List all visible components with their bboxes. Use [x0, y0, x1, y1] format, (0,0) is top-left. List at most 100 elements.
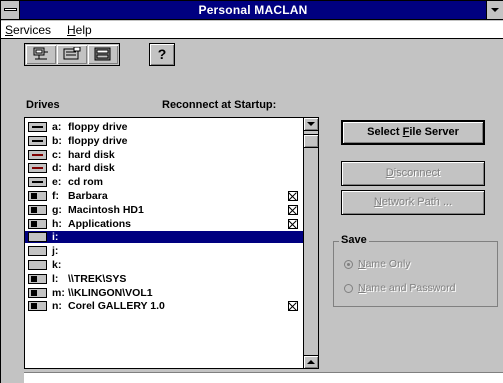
drive-name: hard disk [68, 148, 115, 161]
system-menu-button[interactable] [1, 1, 20, 19]
drive-letter: e: [52, 176, 62, 189]
menu-help[interactable]: Help [67, 23, 92, 37]
radio-indicator [344, 260, 353, 269]
drive-slot [32, 153, 43, 156]
drive-row[interactable]: j: [25, 245, 303, 257]
drive-letter: k: [52, 259, 62, 271]
drive-name: hard disk [68, 162, 115, 175]
network-path-button[interactable]: Network Path ... [341, 190, 485, 215]
drive-row[interactable]: e: cd rom [25, 176, 303, 188]
disconnect-hotkey: D [385, 167, 394, 179]
connect-drive-button[interactable] [26, 45, 56, 64]
drive-slot [31, 303, 37, 310]
menu-help-hotkey: H [67, 23, 76, 37]
server-list-icon [94, 47, 111, 61]
reconnect-checkbox[interactable] [288, 218, 298, 229]
network-drive-icon [28, 218, 47, 229]
hard-disk-icon [28, 163, 47, 174]
drive-slot [32, 167, 43, 170]
drive-letter: c: [52, 148, 62, 161]
drive-letter: j: [52, 245, 59, 258]
drive-letter: m: [52, 286, 65, 299]
drive-row[interactable]: k: [25, 259, 303, 271]
drive-letter: g: [52, 203, 62, 216]
scroll-up-button[interactable] [304, 118, 318, 131]
menu-bar: Services Help [1, 21, 503, 39]
drives-label-text: Drives [26, 99, 60, 111]
menu-help-label: elp [75, 23, 92, 37]
drive-row[interactable]: m: \\KLINGON\VOL1 [25, 287, 303, 299]
drive-letter: l: [52, 272, 59, 285]
toolbar-group [24, 43, 120, 66]
name-only-text: ame Only [365, 258, 411, 270]
empty-drive-icon [28, 246, 47, 257]
reconnect-checkbox[interactable] [288, 204, 298, 215]
select-file-server-pre: Select [367, 126, 403, 138]
scroll-up-arrow-icon [307, 360, 315, 364]
drive-row[interactable]: n: Corel GALLERY 1.0 [25, 300, 303, 312]
drive-row[interactable]: l: \\TREK\SYS [25, 273, 303, 285]
drive-name: Barbara [68, 190, 108, 202]
scroll-down-button[interactable] [304, 355, 318, 368]
name-only-label: Name Only [358, 258, 411, 270]
network-path-hotkey: N [373, 196, 382, 208]
drive-letter: b: [52, 134, 62, 147]
hard-disk-icon [28, 149, 47, 160]
drive-name: \\KLINGON\VOL1 [68, 286, 153, 299]
drive-slot [31, 193, 37, 199]
network-drive-icon [28, 273, 47, 284]
empty-drive-icon [28, 232, 47, 243]
menu-services[interactable]: Services [5, 23, 51, 37]
drive-name: Corel GALLERY 1.0 [68, 300, 165, 313]
drive-name: Applications [68, 217, 132, 230]
name-and-password-radio[interactable]: Name and Password [344, 282, 494, 296]
drive-letter: h: [52, 217, 62, 230]
system-menu-icon [4, 8, 17, 11]
name-and-password-text: ame and Password [365, 282, 456, 294]
name-and-password-label: Name and Password [358, 282, 455, 294]
drive-name: floppy drive [68, 134, 128, 147]
drive-slot [32, 126, 43, 128]
name-and-password-hotkey: N [358, 282, 366, 294]
drives-listbox[interactable]: a: floppy drive b: floppy drive c: hard disk d… [24, 117, 319, 369]
drive-row[interactable]: i: [25, 231, 303, 244]
name-only-radio[interactable]: Name Only [344, 258, 494, 272]
main-window: Personal MACLAN Services Help ? Drives R… [0, 0, 503, 383]
help-button[interactable]: ? [149, 43, 175, 66]
drive-slot [31, 275, 37, 282]
title-bar[interactable]: Personal MACLAN [1, 1, 503, 20]
server-list-button[interactable] [88, 45, 118, 64]
save-group-title: Save [339, 234, 369, 246]
drive-letter: f: [52, 190, 59, 202]
network-path-label: etwork Path ... [381, 196, 453, 208]
drive-row[interactable]: g: Macintosh HD1 [25, 204, 303, 216]
drive-row[interactable]: h: Applications [25, 218, 303, 230]
reconnect-checkbox[interactable] [288, 191, 298, 201]
drive-letter: i: [52, 231, 59, 244]
drive-row[interactable]: a: floppy drive [25, 121, 303, 133]
drive-slot [32, 181, 43, 184]
drive-row[interactable]: b: floppy drive [25, 135, 303, 147]
network-drive-icon [28, 301, 47, 312]
cd-rom-icon [28, 177, 47, 188]
drive-name: floppy drive [68, 121, 128, 133]
menu-services-hotkey: S [5, 23, 14, 37]
drive-letter: a: [52, 121, 62, 133]
network-drive-icon [28, 287, 47, 298]
drives-scrollbar[interactable] [303, 118, 318, 368]
name-only-hotkey: N [358, 258, 366, 270]
drive-slot [32, 139, 43, 142]
drive-row[interactable]: f: Barbara [25, 190, 303, 202]
minimize-button[interactable] [486, 1, 503, 19]
empty-drive-icon [28, 260, 47, 270]
drive-row[interactable]: d: hard disk [25, 162, 303, 174]
drive-name: cd rom [68, 176, 104, 189]
drive-row[interactable]: c: hard disk [25, 149, 303, 161]
scroll-thumb[interactable] [304, 134, 318, 148]
disconnect-drive-button[interactable] [57, 45, 87, 64]
disconnect-button[interactable]: Disconnect [341, 161, 485, 186]
scroll-down-arrow-icon [307, 122, 315, 126]
drives-label: Drives [26, 99, 60, 111]
select-file-server-button[interactable]: Select File Server [341, 120, 485, 145]
reconnect-checkbox[interactable] [288, 301, 298, 312]
